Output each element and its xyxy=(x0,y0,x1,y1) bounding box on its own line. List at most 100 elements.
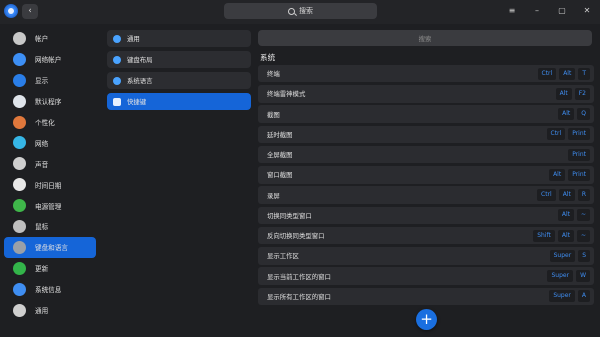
shortcut-row[interactable]: 显示所有工作区的窗口 Super A xyxy=(258,287,594,305)
shortcut-keys[interactable]: Super A xyxy=(549,290,590,303)
sidebar-item-label: 系统信息 xyxy=(35,286,62,295)
default-apps-icon xyxy=(13,94,26,108)
key-cap: Shift xyxy=(533,229,555,242)
key-cap: ~ xyxy=(576,209,590,222)
key-cap: Alt xyxy=(558,108,575,121)
network-icon xyxy=(13,136,26,150)
submenu-item-label: 通用 xyxy=(127,35,140,43)
sidebar-item[interactable]: 网络帐户 xyxy=(4,49,96,70)
shortcut-row[interactable]: 反向切换同类型窗口 Shift Alt ~ xyxy=(258,226,594,245)
shortcut-keys[interactable]: Alt F2 xyxy=(555,87,590,100)
shortcut-keys[interactable]: Super W xyxy=(547,270,590,283)
personalization-icon xyxy=(13,115,26,129)
sidebar-item[interactable]: 声音 xyxy=(4,153,96,174)
shortcut-row[interactable]: 全屏截图 Print xyxy=(258,145,594,164)
key-cap: Ctrl xyxy=(546,128,566,141)
shortcut-row[interactable]: 终端雷神模式 Alt F2 xyxy=(258,85,594,103)
key-cap: Super xyxy=(549,290,575,303)
shortcut-row[interactable]: 显示当前工作区的窗口 Super W xyxy=(258,267,594,285)
shortcut-name: 录屏 xyxy=(267,191,280,200)
shortcut-row[interactable]: 切换同类型窗口 Alt ~ xyxy=(258,206,594,225)
key-cap: S xyxy=(578,249,590,262)
submenu-item[interactable]: 通用 xyxy=(107,30,251,47)
shortcut-row[interactable]: 录屏 Ctrl Alt R xyxy=(258,186,594,204)
sidebar-item[interactable]: 鼠标 xyxy=(4,216,96,237)
shortcut-name: 反向切换同类型窗口 xyxy=(267,232,325,241)
account-icon xyxy=(13,31,26,45)
key-cap: F2 xyxy=(574,87,590,100)
shortcut-keys[interactable]: Ctrl Print xyxy=(546,128,590,141)
shortcut-name: 截图 xyxy=(267,110,280,119)
shortcut-keys[interactable]: Alt ~ xyxy=(557,209,590,222)
sidebar-item[interactable]: 默认程序 xyxy=(4,91,96,112)
key-cap: Ctrl xyxy=(537,67,557,80)
shortcut-row[interactable]: 延时截图 Ctrl Print xyxy=(258,125,594,144)
shortcut-name: 切换同类型窗口 xyxy=(267,211,312,220)
shortcut-keys[interactable]: Super S xyxy=(549,249,590,262)
sidebar-item-label: 网络 xyxy=(35,139,49,148)
shortcut-row[interactable]: 窗口截图 Alt Print xyxy=(258,166,594,184)
maximize-icon[interactable]: ▢ xyxy=(557,5,567,17)
minimize-icon[interactable]: – xyxy=(532,5,542,17)
shortcut-keys[interactable]: Alt Q xyxy=(558,108,590,121)
shortcut-search-input[interactable]: 搜索 xyxy=(258,30,592,46)
shortcut-row[interactable]: 显示工作区 Super S xyxy=(258,247,594,265)
sidebar-item-label: 显示 xyxy=(35,77,49,86)
key-cap: Print xyxy=(568,148,590,161)
sidebar-item-label: 网络帐户 xyxy=(35,56,62,65)
shortcut-row[interactable]: 终端 Ctrl Alt T xyxy=(258,65,594,83)
shortcut-search-placeholder: 搜索 xyxy=(418,34,432,43)
shortcut-keys[interactable]: Ctrl Alt R xyxy=(537,189,590,202)
sidebar-item-label: 电源管理 xyxy=(35,202,62,211)
shortcut-name: 全屏截图 xyxy=(267,151,293,160)
submenu-item[interactable]: 系统语言 xyxy=(107,72,251,89)
submenu-item[interactable]: 键盘布局 xyxy=(107,51,251,68)
key-cap: Ctrl xyxy=(537,189,556,202)
sidebar-item-label: 鼠标 xyxy=(35,223,49,232)
shortcuts-panel: 搜索 系统 终端 Ctrl Alt T 终端雷神模式 Alt F2 截图 Alt Q 延时截图 Ctr… xyxy=(258,30,594,337)
submenu-item-icon xyxy=(113,76,121,85)
key-cap: Print xyxy=(568,128,590,141)
display-icon xyxy=(13,73,26,87)
key-cap: A xyxy=(577,290,590,303)
sidebar-item[interactable]: 个性化 xyxy=(4,112,96,133)
key-cap: Print xyxy=(568,168,590,181)
shortcut-keys[interactable]: Print xyxy=(568,148,590,161)
section-title: 系统 xyxy=(260,53,276,62)
shortcut-keys[interactable]: Ctrl Alt T xyxy=(537,67,590,80)
sidebar-item[interactable]: 网络 xyxy=(4,132,96,153)
back-button[interactable]: ‹ xyxy=(22,4,38,19)
add-shortcut-button[interactable]: + xyxy=(416,309,437,330)
global-search-placeholder: 搜索 xyxy=(299,7,313,15)
key-cap: Alt xyxy=(557,229,574,242)
shortcut-name: 窗口截图 xyxy=(267,171,293,180)
sidebar-item[interactable]: 显示 xyxy=(4,70,96,91)
shortcut-keys[interactable]: Shift Alt ~ xyxy=(533,229,590,242)
key-cap: Alt xyxy=(555,87,572,100)
shortcut-keys[interactable]: Alt Print xyxy=(549,168,590,181)
shortcut-name: 终端雷神模式 xyxy=(267,90,306,99)
power-icon xyxy=(13,199,26,213)
global-search-input[interactable]: 搜索 xyxy=(224,3,377,19)
cloud-icon xyxy=(13,52,26,66)
sidebar-item[interactable]: 系统信息 xyxy=(4,279,96,300)
shortcut-row[interactable]: 截图 Alt Q xyxy=(258,105,594,123)
sidebar-item[interactable]: 电源管理 xyxy=(4,195,96,216)
sidebar-item[interactable]: 通用 xyxy=(4,300,96,321)
sidebar-item[interactable]: 键盘和语言 xyxy=(4,236,96,258)
shortcut-name: 显示所有工作区的窗口 xyxy=(267,292,331,301)
submenu-item-label: 快捷键 xyxy=(127,98,147,106)
sidebar-item[interactable]: 时间日期 xyxy=(4,174,96,195)
sidebar-item-label: 更新 xyxy=(35,265,49,274)
menu-icon[interactable]: ≡ xyxy=(507,5,517,17)
close-icon[interactable]: ✕ xyxy=(582,5,592,17)
sidebar-item-label: 声音 xyxy=(35,160,49,169)
window-controls: ≡ – ▢ ✕ xyxy=(507,5,592,17)
sidebar-item[interactable]: 帐户 xyxy=(4,28,96,49)
sidebar-item[interactable]: 更新 xyxy=(4,258,96,279)
submenu-item[interactable]: 快捷键 xyxy=(107,93,251,110)
general-icon xyxy=(13,303,26,317)
settings-app-icon xyxy=(4,4,18,18)
key-cap: Alt xyxy=(549,168,566,181)
sidebar-item-label: 默认程序 xyxy=(35,98,62,107)
